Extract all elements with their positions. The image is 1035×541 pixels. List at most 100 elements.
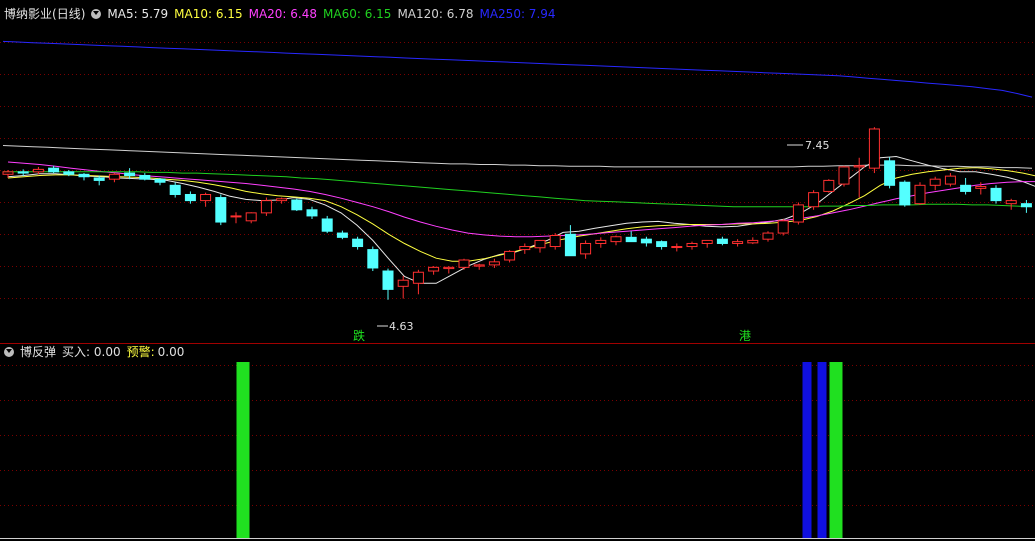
candle-body [884, 160, 896, 186]
candle-body [504, 250, 516, 261]
candle-body [336, 232, 348, 238]
indicator-toggle-icon[interactable] [91, 9, 102, 19]
candle-body [412, 271, 424, 284]
candle-body [367, 249, 379, 269]
candle-body [1020, 203, 1032, 208]
candle [808, 190, 820, 210]
candle-body [215, 197, 227, 223]
candle-body [534, 239, 546, 249]
candle [732, 239, 744, 247]
candle [428, 266, 440, 275]
candle-body [564, 233, 576, 257]
low-price-label: 4.63 [389, 320, 414, 333]
candle [306, 206, 318, 219]
candle-body [17, 171, 29, 174]
candle-body [808, 192, 820, 208]
candle [595, 237, 607, 248]
rebound-bar-0 [236, 362, 250, 538]
candle [1020, 200, 1032, 213]
candle [686, 241, 698, 250]
ma-legend-items: MA5: 5.79 MA10: 6.15 MA20: 6.48 MA60: 6.15 M… [107, 7, 561, 21]
candle-body [549, 235, 561, 248]
candle [929, 176, 941, 191]
warn-label: 预警: [126, 345, 155, 359]
candle-body [640, 238, 652, 244]
stock-title: 博纳影业 [4, 7, 53, 21]
candle [1005, 198, 1017, 210]
signal-down-label: 跌 [353, 328, 365, 343]
candle [78, 173, 90, 181]
candle-body [108, 173, 120, 180]
candle [777, 218, 789, 236]
candle [762, 231, 774, 242]
candle [671, 243, 683, 252]
ma-legend-5: MA250: 7.94 [479, 7, 556, 21]
candle-body [747, 239, 759, 244]
rebound-bar-1 [802, 362, 812, 538]
ma-legend-2: MA20: 6.48 [248, 7, 318, 21]
candle [184, 191, 196, 204]
candle-body [716, 238, 728, 244]
candle [884, 157, 896, 189]
candle-body [610, 236, 622, 243]
candle-body [686, 242, 698, 248]
candle-body [944, 175, 956, 185]
candle-body [230, 215, 242, 218]
candle-body [929, 178, 941, 186]
candle-body [975, 186, 987, 189]
candle [139, 173, 151, 181]
series-line-ma20 [7, 161, 1035, 238]
main-gridlines [0, 42, 1035, 299]
candle [291, 198, 303, 212]
candle [504, 250, 516, 263]
candle [245, 212, 257, 224]
candle [336, 230, 348, 240]
high-price-label: 7.45 [805, 139, 830, 152]
candle-body [124, 172, 136, 177]
candle-body [428, 266, 440, 272]
candle-body [169, 184, 181, 195]
candle [914, 182, 926, 205]
candle [564, 225, 576, 257]
candle-body [291, 199, 303, 211]
candle [276, 197, 288, 204]
candle [443, 266, 455, 274]
candle [321, 215, 333, 234]
series-line-ma250 [2, 40, 1033, 98]
candle-body [656, 241, 668, 248]
candle-body [762, 232, 774, 240]
candle-body [488, 261, 500, 266]
main-legend: 博纳影业(日线) MA5: 5.79 MA10: 6.15 MA20: 6.48 MA6… [4, 6, 562, 22]
sub-indicator-toggle-icon[interactable] [4, 347, 14, 357]
candle-body [519, 246, 531, 251]
candle [640, 236, 652, 247]
candle [868, 127, 880, 174]
candle-body [443, 266, 455, 270]
signal-up-label: 港 [739, 329, 751, 343]
candle [625, 231, 637, 243]
candle [610, 235, 622, 246]
candle [169, 182, 181, 198]
candle [412, 269, 424, 295]
candle [549, 233, 561, 250]
candle [488, 258, 500, 268]
candle [215, 194, 227, 226]
candle-body [701, 239, 713, 244]
candle [519, 243, 531, 254]
candle-body [732, 241, 744, 244]
candle-body [139, 175, 151, 180]
series-line-ma5 [7, 155, 1035, 284]
candle-body [792, 204, 804, 223]
sub-gridlines [0, 365, 1035, 506]
candlesticks [2, 127, 1032, 300]
candle [580, 240, 592, 259]
candle [260, 197, 272, 216]
candle [397, 275, 409, 299]
candle-body [245, 212, 257, 222]
candle [747, 237, 759, 245]
candle-body [838, 166, 850, 185]
candle [458, 258, 470, 270]
ma-legend-0: MA5: 5.79 [107, 7, 169, 21]
candle [154, 177, 166, 186]
sub-indicator-title: 博反弹 [20, 345, 57, 359]
